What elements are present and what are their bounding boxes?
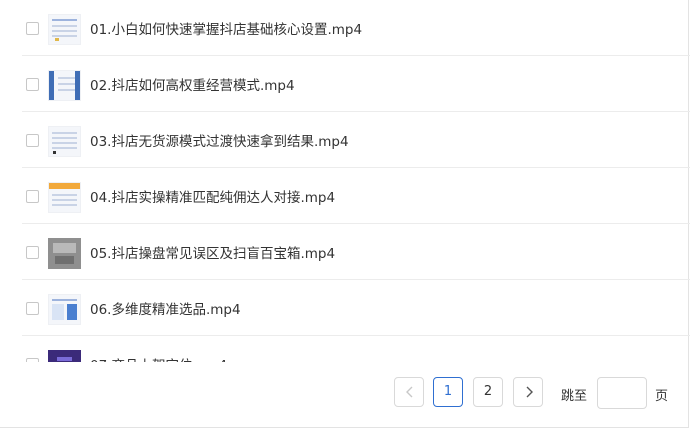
file-name[interactable]: 01.小白如何快速掌握抖店基础核心设置.mp4 (90, 18, 362, 38)
file-row[interactable]: 05.抖店操盘常见误区及扫盲百宝箱.mp4 (22, 224, 690, 280)
chevron-left-icon (406, 386, 413, 398)
row-checkbox[interactable] (26, 22, 39, 35)
video-thumbnail[interactable] (48, 238, 81, 269)
prev-page-button[interactable] (394, 377, 424, 407)
video-thumbnail[interactable] (48, 14, 81, 45)
row-checkbox[interactable] (26, 190, 39, 203)
file-row[interactable]: 01.小白如何快速掌握抖店基础核心设置.mp4 (22, 0, 690, 56)
file-name[interactable]: 05.抖店操盘常见误区及扫盲百宝箱.mp4 (90, 242, 335, 262)
video-thumbnail[interactable] (48, 126, 81, 157)
page-1-button[interactable]: 1 (433, 377, 463, 407)
file-name[interactable]: 02.抖店如何高权重经营模式.mp4 (90, 74, 295, 94)
row-checkbox[interactable] (26, 78, 39, 91)
file-row[interactable]: 02.抖店如何高权重经营模式.mp4 (22, 56, 690, 112)
file-name[interactable]: 06.多维度精准选品.mp4 (90, 298, 241, 318)
row-checkbox[interactable] (26, 246, 39, 259)
chevron-right-icon (526, 386, 533, 398)
file-name[interactable]: 04.抖店实操精准匹配纯佣达人对接.mp4 (90, 186, 335, 206)
file-name[interactable]: 07.商品上架定位.mp4 (90, 354, 227, 362)
video-thumbnail[interactable] (48, 294, 81, 325)
row-checkbox[interactable] (26, 134, 39, 147)
pagination: 1 2 跳至 页 (0, 377, 690, 411)
row-checkbox[interactable] (26, 302, 39, 315)
video-thumbnail[interactable] (48, 70, 81, 101)
video-thumbnail[interactable] (48, 182, 81, 213)
next-page-button[interactable] (513, 377, 543, 407)
jump-label: 跳至 (561, 389, 588, 404)
file-list-panel: 01.小白如何快速掌握抖店基础核心设置.mp4 02.抖店如何高权重经营模式.m… (0, 0, 690, 428)
file-row[interactable]: 03.抖店无货源模式过渡快速拿到结果.mp4 (22, 112, 690, 168)
video-thumbnail[interactable] (48, 350, 81, 362)
file-row[interactable]: 04.抖店实操精准匹配纯佣达人对接.mp4 (22, 168, 690, 224)
file-list: 01.小白如何快速掌握抖店基础核心设置.mp4 02.抖店如何高权重经营模式.m… (0, 0, 690, 362)
file-row[interactable]: 06.多维度精准选品.mp4 (22, 280, 690, 336)
page-2-button[interactable]: 2 (473, 377, 503, 407)
jump-page-input[interactable] (597, 377, 647, 409)
row-checkbox[interactable] (26, 358, 39, 362)
file-name[interactable]: 03.抖店无货源模式过渡快速拿到结果.mp4 (90, 130, 349, 150)
page-suffix-label: 页 (655, 389, 669, 404)
file-row[interactable]: 07.商品上架定位.mp4 (22, 336, 690, 362)
